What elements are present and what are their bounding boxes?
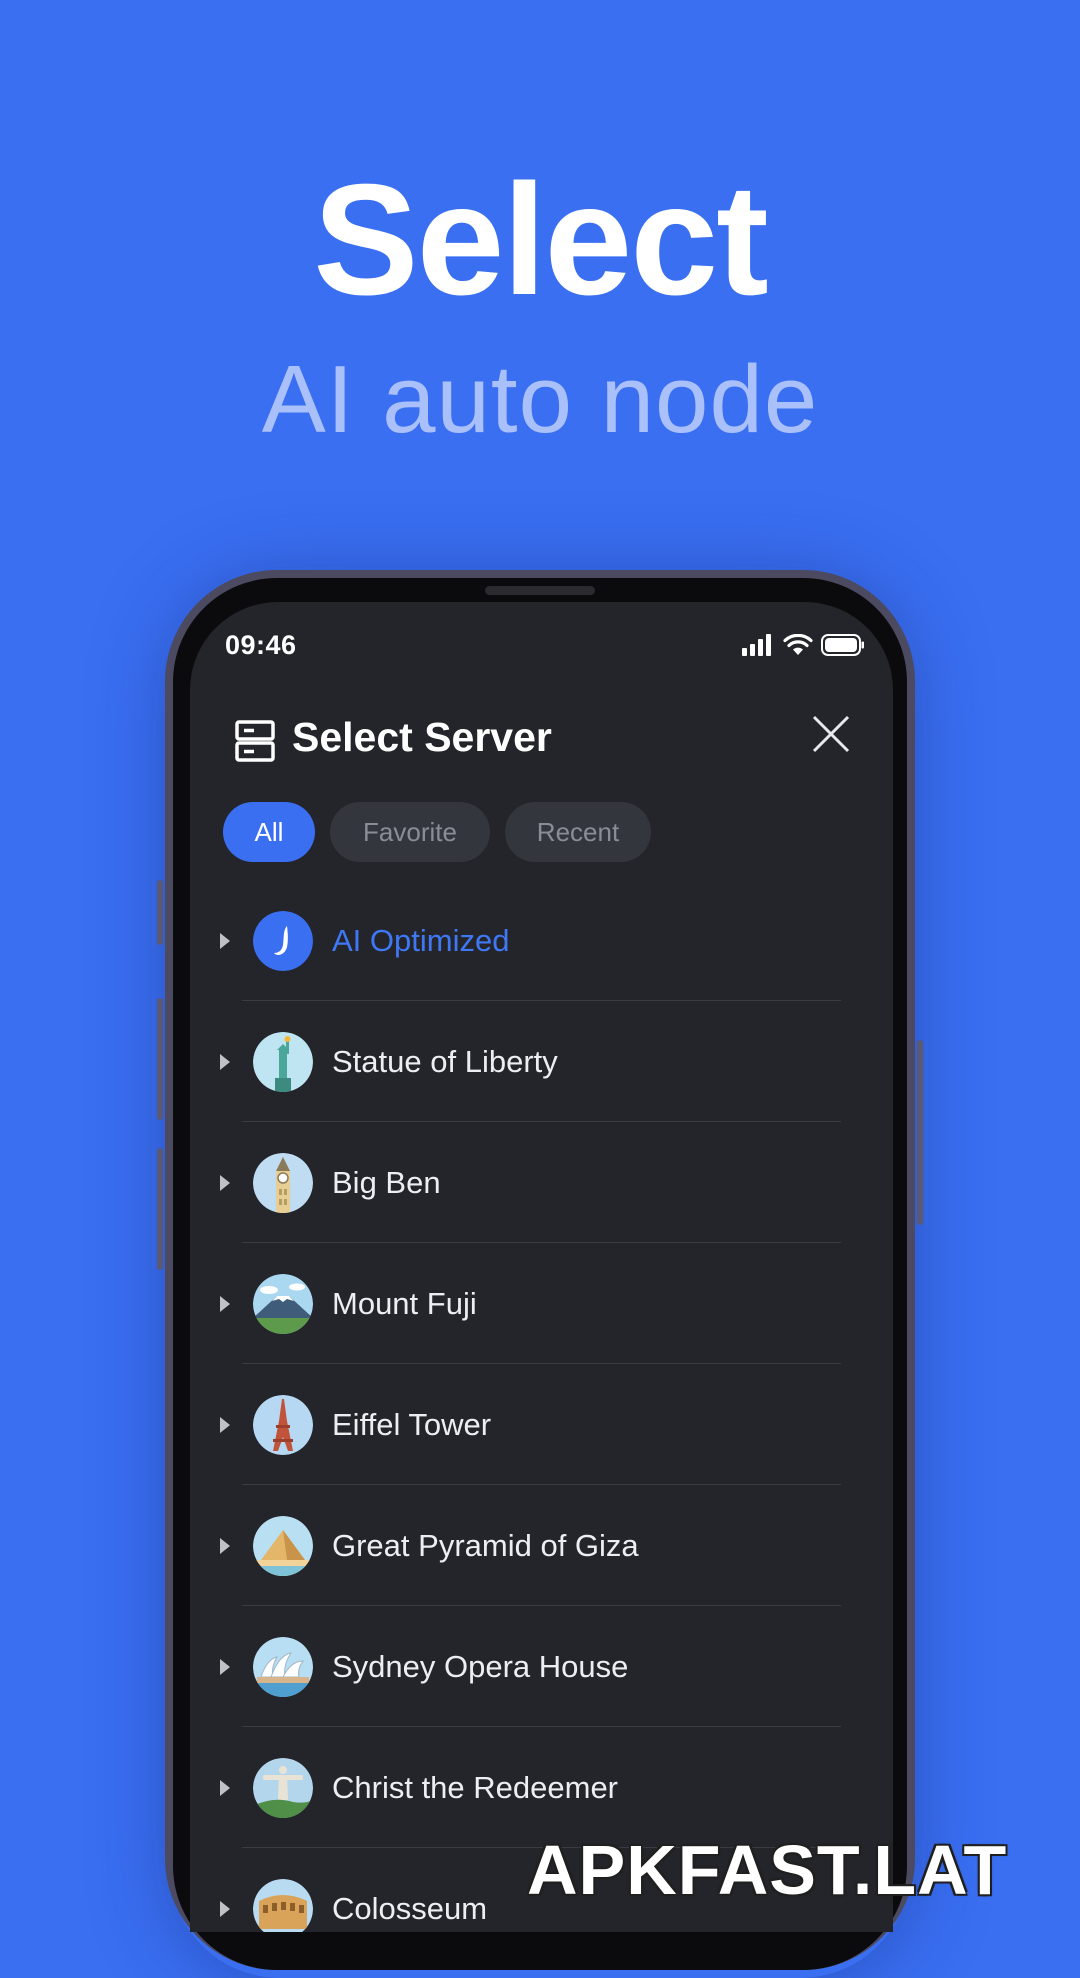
- server-label: Sydney Opera House: [332, 1648, 629, 1684]
- big-ben-icon: [253, 1152, 313, 1213]
- status-time: 09:46: [225, 630, 297, 660]
- tab-recent[interactable]: Recent: [505, 802, 651, 862]
- server-label: Christ the Redeemer: [332, 1769, 619, 1805]
- server-icon: [235, 720, 275, 762]
- server-row-mount-fuji[interactable]: Mount Fuji: [190, 1243, 893, 1364]
- server-label: Statue of Liberty: [332, 1043, 558, 1079]
- phone-volume-up: [157, 998, 163, 1120]
- server-label: Colosseum: [332, 1890, 488, 1926]
- wifi-icon: [783, 634, 813, 655]
- phone-volume-down: [157, 1148, 163, 1270]
- statue-of-liberty-icon: [253, 1031, 313, 1092]
- phone-speaker: [485, 586, 595, 595]
- pyramid-icon: [253, 1515, 313, 1576]
- server-label: Big Ben: [332, 1164, 441, 1200]
- server-row-ai-optimized[interactable]: AI Optimized: [190, 880, 893, 1001]
- expand-arrow-icon[interactable]: [220, 1537, 230, 1554]
- expand-arrow-icon[interactable]: [220, 1779, 230, 1796]
- expand-arrow-icon[interactable]: [220, 1658, 230, 1675]
- expand-arrow-icon[interactable]: [220, 1900, 230, 1917]
- opera-house-icon: [253, 1636, 313, 1697]
- expand-arrow-icon[interactable]: [220, 1053, 230, 1070]
- phone-mute-switch: [157, 880, 163, 945]
- server-list: AI Optimized Statue of Liberty Big Ben M…: [190, 880, 893, 1932]
- signal-icon: [742, 634, 771, 656]
- expand-arrow-icon[interactable]: [220, 1416, 230, 1433]
- expand-arrow-icon[interactable]: [220, 1174, 230, 1191]
- ai-logo-icon: [253, 910, 313, 971]
- close-icon[interactable]: [809, 712, 853, 756]
- battery-icon: [821, 634, 864, 656]
- server-label: AI Optimized: [332, 922, 510, 958]
- tab-all[interactable]: All: [223, 802, 315, 862]
- eiffel-tower-icon: [253, 1394, 313, 1455]
- server-row-statue-of-liberty[interactable]: Statue of Liberty: [190, 1001, 893, 1122]
- christ-redeemer-icon: [253, 1757, 313, 1818]
- server-row-sydney-opera-house[interactable]: Sydney Opera House: [190, 1606, 893, 1727]
- tab-favorite[interactable]: Favorite: [330, 802, 490, 862]
- server-label: Great Pyramid of Giza: [332, 1527, 639, 1563]
- phone-screen: 09:46 Select Server All Favorite Recent …: [190, 602, 893, 1932]
- server-row-big-ben[interactable]: Big Ben: [190, 1122, 893, 1243]
- page-title: Select Server: [292, 714, 552, 760]
- hero-subtitle: AI auto node: [261, 346, 819, 453]
- server-label: Mount Fuji: [332, 1285, 477, 1321]
- hero-title: Select: [313, 152, 769, 328]
- expand-arrow-icon[interactable]: [220, 1295, 230, 1312]
- server-row-great-pyramid[interactable]: Great Pyramid of Giza: [190, 1485, 893, 1606]
- status-icons: [741, 634, 865, 656]
- filter-tabs: All Favorite Recent: [223, 802, 651, 862]
- server-row-eiffel-tower[interactable]: Eiffel Tower: [190, 1364, 893, 1485]
- mount-fuji-icon: [253, 1273, 313, 1334]
- expand-arrow-icon[interactable]: [220, 932, 230, 949]
- watermark: APKFAST.LAT: [527, 1831, 1008, 1909]
- colosseum-icon: [253, 1878, 313, 1932]
- phone-power-button: [917, 1040, 923, 1225]
- server-label: Eiffel Tower: [332, 1406, 492, 1442]
